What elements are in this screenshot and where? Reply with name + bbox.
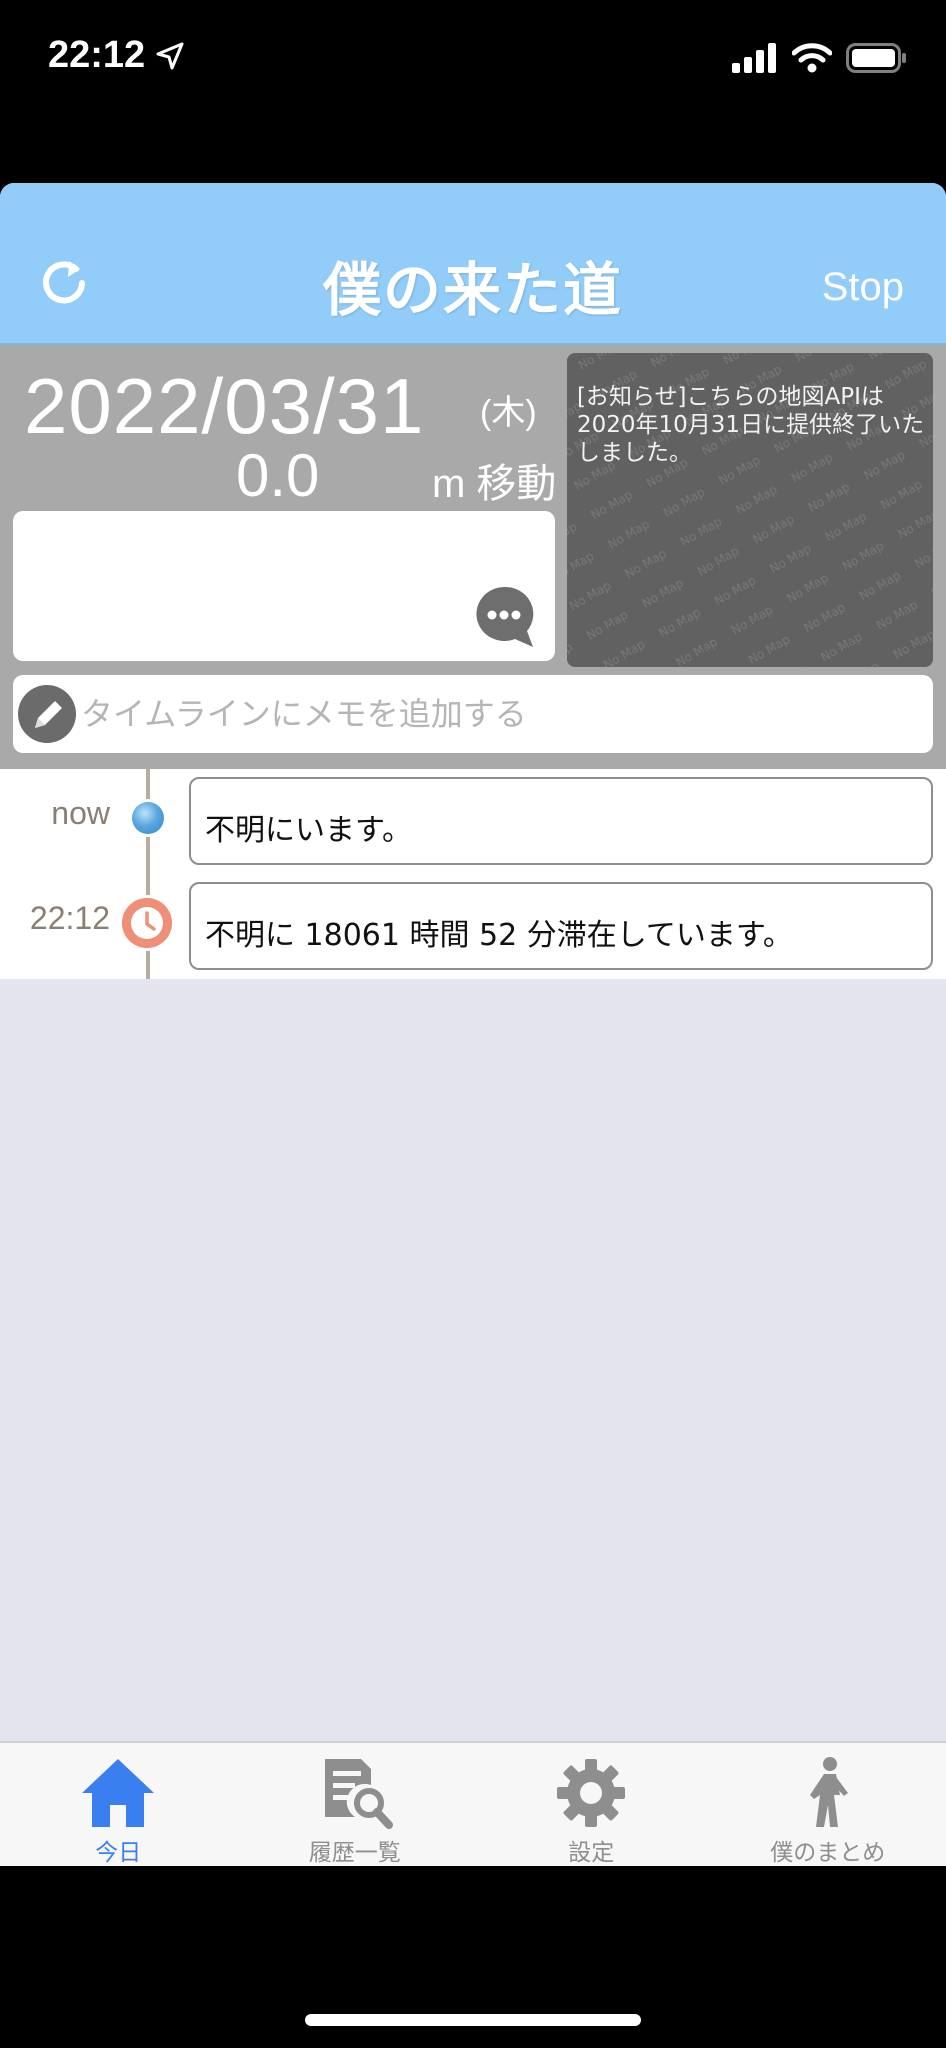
tab-label: 今日 [95,1840,142,1866]
status-time: 22:12 [48,34,146,76]
map-notice: [お知らせ]こちらの地図APIは2020年10月31日に提供終了いたしました。 [577,384,925,466]
tab-bar: 今日 履歴一覧 設定 僕のまとめ [0,1741,946,1866]
date-label: 2022/03/31 [24,362,425,450]
clock-icon [122,898,172,948]
home-icon [82,1759,155,1827]
timeline: now 不明にいます。 22:12 不明に 18061 時間 52 分滞在してい… [0,769,946,979]
pencil-icon[interactable] [17,684,77,744]
timeline-card[interactable]: 不明に 18061 時間 52 分滞在しています。 [189,882,933,970]
tab-label: 僕のまとめ [770,1840,886,1866]
status-icons [732,40,908,76]
tab-label: 設定 [568,1840,615,1866]
timeline-time: now [51,795,110,831]
tab-settings[interactable]: 設定 [473,1743,710,1866]
home-indicator[interactable] [305,2014,641,2026]
stop-button[interactable]: Stop [822,265,904,310]
wifi-icon [792,43,832,73]
tab-summary[interactable]: 僕のまとめ [710,1743,946,1866]
app-window: 僕の来た道 Stop 2022/03/31 (木) 0.0 m 移動 No Ma… [0,183,946,1866]
speech-bubble-icon[interactable] [471,583,537,649]
walker-icon [809,1757,848,1827]
cellular-signal-icon [732,43,776,73]
history-search-icon [324,1759,393,1829]
timeline-card[interactable]: 不明にいます。 [189,777,933,865]
tab-today[interactable]: 今日 [0,1743,237,1866]
distance-unit: m 移動 [432,462,557,506]
nav-bar: 僕の来た道 Stop [0,183,946,345]
gear-icon [557,1759,626,1827]
weekday-label: (木) [480,394,537,432]
status-bar: 22:12 [0,0,946,120]
memo-input[interactable] [81,685,911,743]
timeline-entry[interactable]: 22:12 不明に 18061 時間 52 分滞在しています。 [0,874,946,970]
battery-icon [846,43,906,73]
map-placeholder: No Map [お知らせ]こちらの地図APIは2020年10月31日に提供終了い… [567,353,933,667]
app-title: 僕の来た道 [322,256,623,324]
memo-bar[interactable] [13,675,933,753]
tab-label: 履歴一覧 [308,1840,401,1866]
timeline-text: 不明にいます。 [205,813,412,848]
current-location-icon [132,802,164,834]
tab-history[interactable]: 履歴一覧 [237,1743,474,1866]
comment-box[interactable] [13,511,555,661]
summary-panel: 2022/03/31 (木) 0.0 m 移動 No Map [お知らせ]こちら [0,345,946,769]
distance-value: 0.0 [236,442,320,509]
timeline-entry[interactable]: now 不明にいます。 [0,769,946,865]
timeline-time: 22:12 [29,900,110,936]
timeline-text: 不明に 18061 時間 52 分滞在しています。 [205,918,793,953]
location-arrow-icon [156,42,184,70]
